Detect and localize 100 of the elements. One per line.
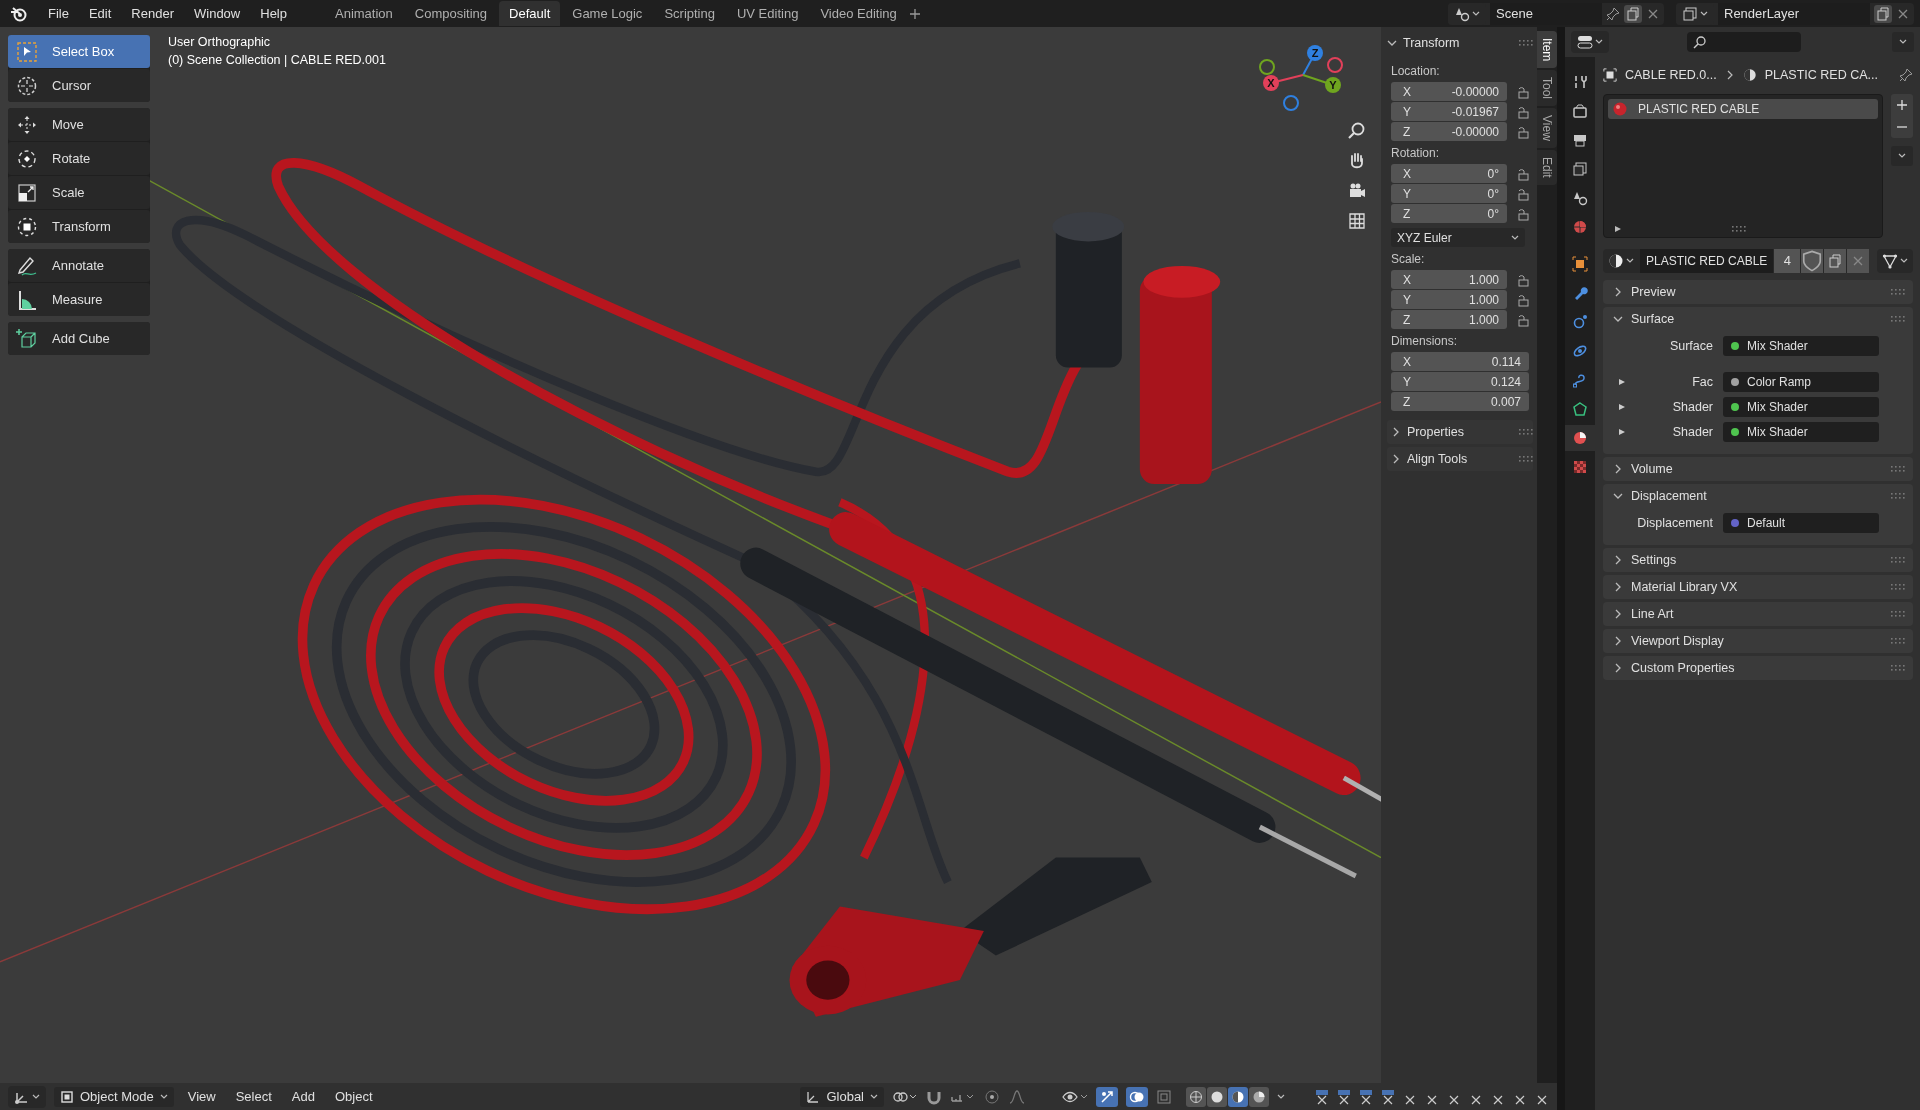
socket-field[interactable]: Mix Shader (1723, 336, 1879, 356)
user-count[interactable]: 4 (1774, 249, 1801, 273)
properties-tab[interactable] (1565, 425, 1595, 451)
grip-icon[interactable] (1891, 611, 1906, 617)
addon-tool-icon[interactable] (1381, 1088, 1395, 1105)
sidebar-tab[interactable]: Item (1537, 31, 1557, 69)
grip-icon[interactable] (1891, 638, 1906, 644)
number-field[interactable]: Y 0.124 (1391, 372, 1529, 391)
grip-icon[interactable] (1519, 456, 1533, 462)
socket-field[interactable]: Mix Shader (1723, 397, 1879, 417)
panel-header[interactable]: Transform (1387, 31, 1533, 55)
grid-icon[interactable] (1347, 211, 1367, 231)
search-field[interactable] (1687, 32, 1801, 52)
overlay-toggle-button[interactable] (1126, 1086, 1148, 1107)
editor-type-button[interactable] (1571, 31, 1609, 53)
panel-header[interactable]: Volume (1603, 457, 1914, 481)
zoom-icon[interactable] (1347, 121, 1367, 141)
menu-item[interactable]: Object (328, 1089, 379, 1104)
number-field[interactable]: Z 0° (1391, 204, 1507, 223)
workspace-tab[interactable]: Video Editing (810, 1, 907, 26)
socket-field[interactable]: Mix Shader (1723, 422, 1879, 442)
grip-icon[interactable] (1891, 665, 1906, 671)
grip-icon[interactable] (1519, 429, 1533, 435)
panel-header[interactable]: Displacement (1603, 484, 1914, 508)
tool-button[interactable]: Measure (8, 283, 150, 316)
padlock-icon[interactable] (1515, 84, 1529, 99)
number-field[interactable]: Z 0.007 (1391, 392, 1529, 411)
number-field[interactable]: X 0° (1391, 164, 1507, 183)
negative-axis-ball[interactable] (1327, 57, 1343, 73)
panel-header[interactable]: Properties (1387, 420, 1533, 444)
tool-button[interactable]: Cursor (8, 69, 150, 102)
tool-button[interactable]: Add Cube (8, 322, 150, 355)
workspace-tab[interactable]: Game Logic (562, 1, 653, 26)
duplicate-icon[interactable] (1876, 6, 1890, 21)
add-icon[interactable] (908, 7, 921, 20)
menu-item[interactable]: File (40, 6, 77, 21)
panel-header[interactable]: Viewport Display (1603, 629, 1914, 653)
sidebar-tab[interactable]: Tool (1537, 70, 1557, 107)
number-field[interactable]: X -0.00000 (1391, 82, 1507, 101)
workspace-tab[interactable]: UV Editing (726, 1, 809, 26)
addon-tool-icon[interactable] (1359, 1088, 1373, 1105)
grip-icon[interactable] (1891, 289, 1906, 295)
number-field[interactable]: Z 1.000 (1391, 310, 1507, 329)
workspace-tab[interactable]: Animation (325, 1, 403, 26)
tool-button[interactable]: Move (8, 108, 150, 141)
duplicate-icon[interactable] (1626, 6, 1640, 21)
panel-header[interactable]: Line Art (1603, 602, 1914, 626)
shield-icon[interactable] (1801, 249, 1824, 273)
view-layer-name-field[interactable]: RenderLayer (1718, 2, 1870, 25)
logo-icon[interactable] (10, 4, 28, 23)
gizmo-toggle-button[interactable] (1096, 1086, 1118, 1107)
padlock-icon[interactable] (1515, 124, 1529, 139)
negative-axis-ball[interactable] (1283, 95, 1299, 111)
grip-icon[interactable] (1891, 557, 1906, 563)
tool-button[interactable]: Scale (8, 176, 150, 209)
padlock-icon[interactable] (1515, 292, 1529, 307)
panel-header[interactable]: Material Library VX (1603, 575, 1914, 599)
orientation-dropdown[interactable]: Global (800, 1086, 884, 1107)
panel-header[interactable]: Custom Properties (1603, 656, 1914, 680)
menu-item[interactable]: Render (123, 6, 182, 21)
padlock-icon[interactable] (1515, 186, 1529, 201)
expand-triangle-icon[interactable] (1618, 403, 1626, 411)
padlock-icon[interactable] (1515, 312, 1529, 327)
shading-mode-button[interactable] (1228, 1086, 1248, 1107)
number-field[interactable]: Y 0° (1391, 184, 1507, 203)
expand-triangle-icon[interactable] (1618, 378, 1626, 386)
options-dropdown-button[interactable] (1892, 32, 1914, 52)
padlock-icon[interactable] (1515, 166, 1529, 181)
sidebar-tab[interactable]: View (1537, 108, 1557, 149)
menu-item[interactable]: Select (229, 1089, 278, 1104)
padlock-icon[interactable] (1515, 272, 1529, 287)
grip-icon[interactable] (1891, 466, 1906, 472)
tool-button[interactable]: Transform (8, 210, 150, 243)
workspace-tab[interactable]: Compositing (404, 1, 498, 26)
proportional-edit-icon[interactable] (984, 1088, 1000, 1105)
addon-tool-icon[interactable] (1315, 1088, 1329, 1105)
rotation-mode-dropdown[interactable]: XYZ Euler (1391, 228, 1525, 247)
tool-button[interactable]: Annotate (8, 249, 150, 282)
grip-icon[interactable] (1891, 493, 1906, 499)
material-name-field[interactable]: PLASTIC RED CABLE (1640, 249, 1774, 273)
addon-tool-icon[interactable] (1337, 1088, 1351, 1105)
number-field[interactable]: Z -0.00000 (1391, 122, 1507, 141)
workspace-tab[interactable]: Scripting (654, 1, 725, 26)
number-field[interactable]: X 0.114 (1391, 352, 1529, 371)
xray-icon[interactable] (1156, 1088, 1172, 1105)
padlock-icon[interactable] (1515, 206, 1529, 221)
expand-triangle-icon[interactable] (1614, 225, 1622, 233)
number-field[interactable]: Y 1.000 (1391, 290, 1507, 309)
number-field[interactable]: Y -0.01967 (1391, 102, 1507, 121)
panel-header[interactable]: Align Tools (1387, 447, 1533, 471)
panel-header[interactable]: Surface (1603, 307, 1914, 331)
tool-button[interactable]: Rotate (8, 142, 150, 175)
panel-header[interactable]: Preview (1603, 280, 1914, 304)
mode-dropdown[interactable]: Object Mode (54, 1086, 174, 1107)
axis-ball[interactable]: X (1263, 75, 1279, 91)
pin-icon[interactable] (1899, 68, 1914, 82)
material-slot[interactable]: PLASTIC RED CABLE (1608, 99, 1879, 119)
grip-icon[interactable] (1519, 40, 1533, 46)
slot-menu-button[interactable] (1891, 146, 1914, 166)
negative-axis-ball[interactable] (1259, 59, 1275, 75)
